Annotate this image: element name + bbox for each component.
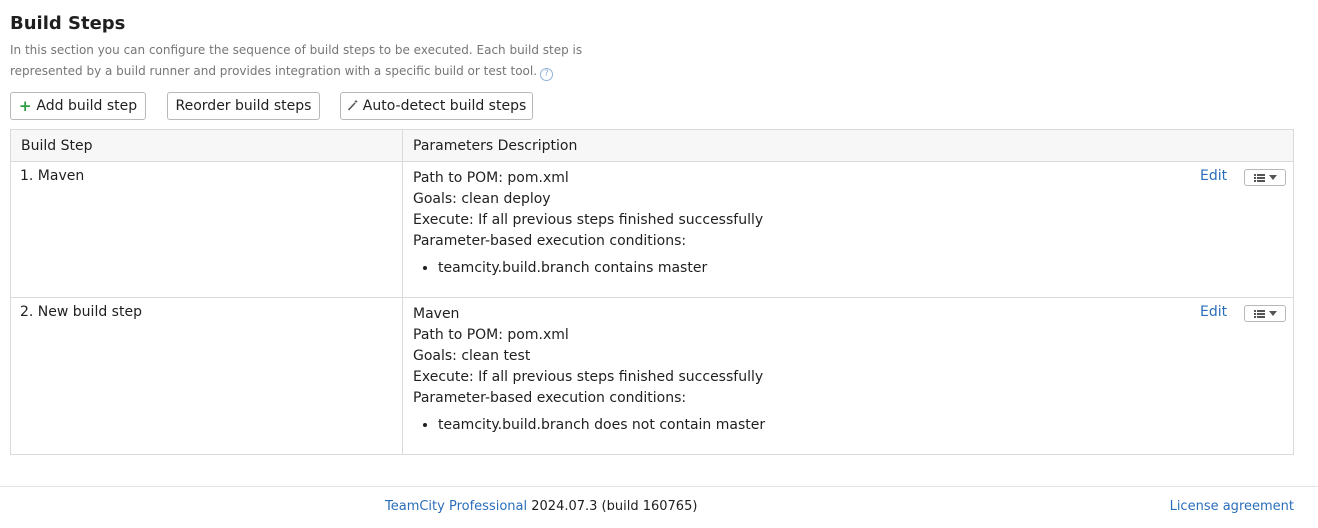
param-line: Parameter-based execution conditions: [413,233,687,249]
add-build-step-label: Add build step [36,98,138,114]
license-agreement-link[interactable]: License agreement [1170,499,1294,514]
param-line: Path to POM: pom.xml [413,327,569,343]
list-icon [1253,173,1265,182]
page-description: In this section you can configure the se… [10,40,650,82]
description-text: In this section you can configure the se… [10,43,583,78]
step-actions-menu-button[interactable] [1244,305,1286,322]
caret-down-icon [1268,311,1277,316]
header-parameters-description: Parameters Description [413,138,578,154]
footer-divider [0,486,1318,487]
magic-wand-icon [347,99,359,114]
header-build-step: Build Step [21,138,93,154]
build-step-name[interactable]: 2. New build step [20,304,142,320]
table-row: 1. Maven Path to POM: pom.xml Goals: cle… [11,162,1293,298]
conditions-list: teamcity.build.branch does not contain m… [413,415,765,436]
teamcity-link[interactable]: TeamCity Professional [385,499,527,514]
reorder-build-steps-button[interactable]: Reorder build steps [167,92,320,120]
param-line: Execute: If all previous steps finished … [413,369,764,385]
caret-down-icon [1268,175,1277,180]
param-line: Goals: clean deploy [413,191,551,207]
table-header: Build Step Parameters Description [11,130,1293,162]
footer-license: License agreement [1170,499,1294,514]
footer-product: TeamCity Professional 2024.07.3 (build 1… [385,499,697,514]
parameters-description: Path to POM: pom.xml Goals: clean deploy… [413,168,763,279]
plus-icon: + [18,97,32,115]
version-text: 2024.07.3 (build 160765) [531,499,698,514]
param-line: Path to POM: pom.xml [413,170,569,186]
param-line: Execute: If all previous steps finished … [413,212,764,228]
edit-link[interactable]: Edit [1200,168,1227,184]
step-actions-menu-button[interactable] [1244,169,1286,186]
build-steps-table: Build Step Parameters Description 1. Mav… [10,129,1294,455]
list-icon [1253,309,1265,318]
add-build-step-button[interactable]: + Add build step [10,92,146,120]
page-title: Build Steps [10,13,126,34]
reorder-build-steps-label: Reorder build steps [175,98,312,114]
param-line: Maven [413,306,460,322]
auto-detect-build-steps-label: Auto-detect build steps [362,98,527,114]
build-step-name[interactable]: 1. Maven [20,168,84,184]
help-icon[interactable]: ? [540,68,554,81]
table-row: 2. New build step Maven Path to POM: pom… [11,298,1293,454]
condition-item: teamcity.build.branch contains master [438,258,763,279]
parameters-description: Maven Path to POM: pom.xml Goals: clean … [413,304,765,436]
auto-detect-build-steps-button[interactable]: Auto-detect build steps [340,92,533,120]
param-line: Goals: clean test [413,348,531,364]
edit-link[interactable]: Edit [1200,304,1227,320]
condition-item: teamcity.build.branch does not contain m… [438,415,765,436]
param-line: Parameter-based execution conditions: [413,390,687,406]
conditions-list: teamcity.build.branch contains master [413,258,763,279]
